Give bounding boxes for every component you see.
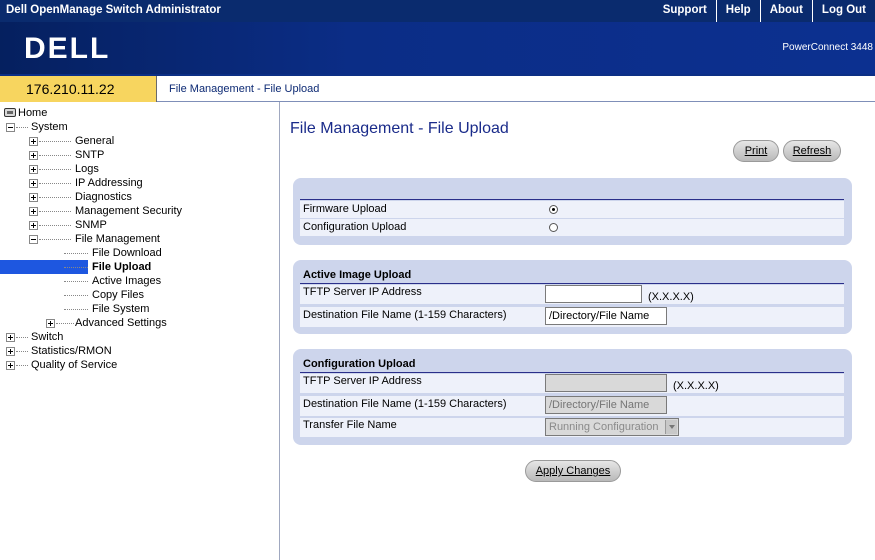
- expand-icon[interactable]: [29, 221, 38, 230]
- tree-label: Copy Files: [92, 289, 144, 301]
- tree-label: System: [31, 121, 68, 133]
- configuration-upload-title: Configuration Upload: [303, 358, 416, 370]
- expand-icon[interactable]: [29, 165, 38, 174]
- tree-label: File Upload: [92, 261, 152, 273]
- tree-switch[interactable]: Switch: [4, 330, 204, 344]
- help-link[interactable]: Help: [715, 0, 760, 22]
- active-tftp-hint: (X.X.X.X): [648, 291, 694, 303]
- tree-logs[interactable]: Logs: [4, 162, 244, 176]
- refresh-button[interactable]: Refresh: [783, 140, 841, 162]
- tree-statistics-rmon[interactable]: Statistics/RMON: [4, 344, 204, 358]
- tree-label: SNMP: [75, 219, 107, 231]
- app-title: Dell OpenManage Switch Administrator: [6, 4, 221, 16]
- tree-file-system[interactable]: File System: [4, 302, 244, 316]
- banner: DELL PowerConnect 3448: [0, 22, 875, 74]
- page-title: File Management - File Upload: [290, 120, 509, 137]
- tree-home[interactable]: Home: [4, 106, 204, 120]
- configuration-upload-label: Configuration Upload: [303, 221, 407, 233]
- config-dest-input[interactable]: [545, 396, 667, 414]
- tree-label: Management Security: [75, 205, 182, 217]
- apply-changes-button[interactable]: Apply Changes: [525, 460, 621, 482]
- config-tftp-hint: (X.X.X.X): [673, 380, 719, 392]
- configuration-upload-row: Configuration Upload: [300, 219, 844, 236]
- breadcrumb: File Management - File Upload: [169, 83, 320, 95]
- upload-type-panel: Firmware Upload Configuration Upload: [293, 178, 852, 245]
- transfer-file-value: Running Configuration: [549, 421, 659, 433]
- tree-ip-addressing[interactable]: IP Addressing: [4, 176, 244, 190]
- firmware-upload-row: Firmware Upload: [300, 201, 844, 218]
- configuration-upload-panel: Configuration Upload TFTP Server IP Addr…: [293, 349, 852, 445]
- tree-label: Quality of Service: [31, 359, 118, 371]
- tree-system[interactable]: System: [4, 120, 204, 134]
- firmware-upload-radio[interactable]: [549, 205, 558, 214]
- expand-icon[interactable]: [29, 179, 38, 188]
- print-button[interactable]: Print: [733, 140, 779, 162]
- tree-advanced-settings[interactable]: Advanced Settings: [4, 316, 244, 330]
- main-content: File Management - File Upload Print Refr…: [281, 102, 875, 560]
- tree-copy-files[interactable]: Copy Files: [4, 288, 244, 302]
- about-link[interactable]: About: [759, 0, 812, 22]
- top-nav: Support Help About Log Out: [654, 0, 875, 22]
- collapse-icon[interactable]: [6, 123, 15, 132]
- tree-file-upload[interactable]: File Upload: [0, 260, 276, 274]
- active-dest-label: Destination File Name (1-159 Characters): [303, 309, 507, 321]
- expand-icon[interactable]: [6, 347, 15, 356]
- logout-link[interactable]: Log Out: [811, 0, 875, 22]
- address-bar: 176.210.11.22 File Management - File Upl…: [0, 74, 875, 102]
- tree-label: SNTP: [75, 149, 105, 161]
- tree-label: File Management: [75, 233, 160, 245]
- active-image-upload-title: Active Image Upload: [303, 269, 412, 281]
- config-transfer-label: Transfer File Name: [303, 419, 397, 431]
- active-tftp-label: TFTP Server IP Address: [303, 286, 422, 298]
- tree-label: File Download: [92, 247, 162, 259]
- expand-icon[interactable]: [29, 193, 38, 202]
- configuration-upload-radio[interactable]: [549, 223, 558, 232]
- device-ip: 176.210.11.22: [0, 76, 157, 102]
- config-dest-label: Destination File Name (1-159 Characters): [303, 398, 507, 410]
- expand-icon[interactable]: [29, 137, 38, 146]
- tree-label: Logs: [75, 163, 99, 175]
- expand-icon[interactable]: [46, 319, 55, 328]
- expand-icon[interactable]: [6, 361, 15, 370]
- tree-active-images[interactable]: Active Images: [4, 274, 244, 288]
- tree-label: General: [75, 135, 115, 147]
- tree-diagnostics[interactable]: Diagnostics: [4, 190, 244, 204]
- active-dest-input[interactable]: [545, 307, 667, 325]
- expand-icon[interactable]: [29, 207, 38, 216]
- top-bar: Dell OpenManage Switch Administrator Sup…: [0, 0, 875, 22]
- sidebar: Home System General SNTP Logs IP Address…: [0, 102, 280, 560]
- tree-management-security[interactable]: Management Security: [4, 204, 244, 218]
- support-link[interactable]: Support: [654, 0, 716, 22]
- active-tftp-input[interactable]: [545, 285, 642, 303]
- expand-icon[interactable]: [29, 151, 38, 160]
- config-tftp-label: TFTP Server IP Address: [303, 375, 422, 387]
- collapse-icon[interactable]: [29, 235, 38, 244]
- active-image-upload-panel: Active Image Upload TFTP Server IP Addre…: [293, 260, 852, 334]
- firmware-upload-label: Firmware Upload: [303, 203, 387, 215]
- tree-file-management[interactable]: File Management: [4, 232, 244, 246]
- tree-label: Diagnostics: [75, 191, 132, 203]
- home-icon: [4, 108, 16, 117]
- tree-label: Home: [18, 107, 48, 119]
- transfer-file-select[interactable]: Running Configuration: [545, 418, 679, 436]
- tree-label: IP Addressing: [75, 177, 143, 189]
- tree-sntp[interactable]: SNTP: [4, 148, 244, 162]
- config-tftp-input[interactable]: [545, 374, 667, 392]
- tree-snmp[interactable]: SNMP: [4, 218, 244, 232]
- tree-file-download[interactable]: File Download: [4, 246, 244, 260]
- tree-general[interactable]: General: [4, 134, 244, 148]
- tree-label: Statistics/RMON: [31, 345, 112, 357]
- tree-label: Active Images: [92, 275, 162, 287]
- dell-logo: DELL: [24, 32, 111, 65]
- tree-label: Advanced Settings: [75, 317, 167, 329]
- tree-quality-of-service[interactable]: Quality of Service: [4, 358, 204, 372]
- nav-tree: Home System General SNTP Logs IP Address…: [0, 106, 276, 372]
- tree-label: Switch: [31, 331, 64, 343]
- expand-icon[interactable]: [6, 333, 15, 342]
- tree-label: File System: [92, 303, 150, 315]
- model-name: PowerConnect 3448: [782, 42, 873, 53]
- dropdown-arrow-icon: [665, 420, 677, 434]
